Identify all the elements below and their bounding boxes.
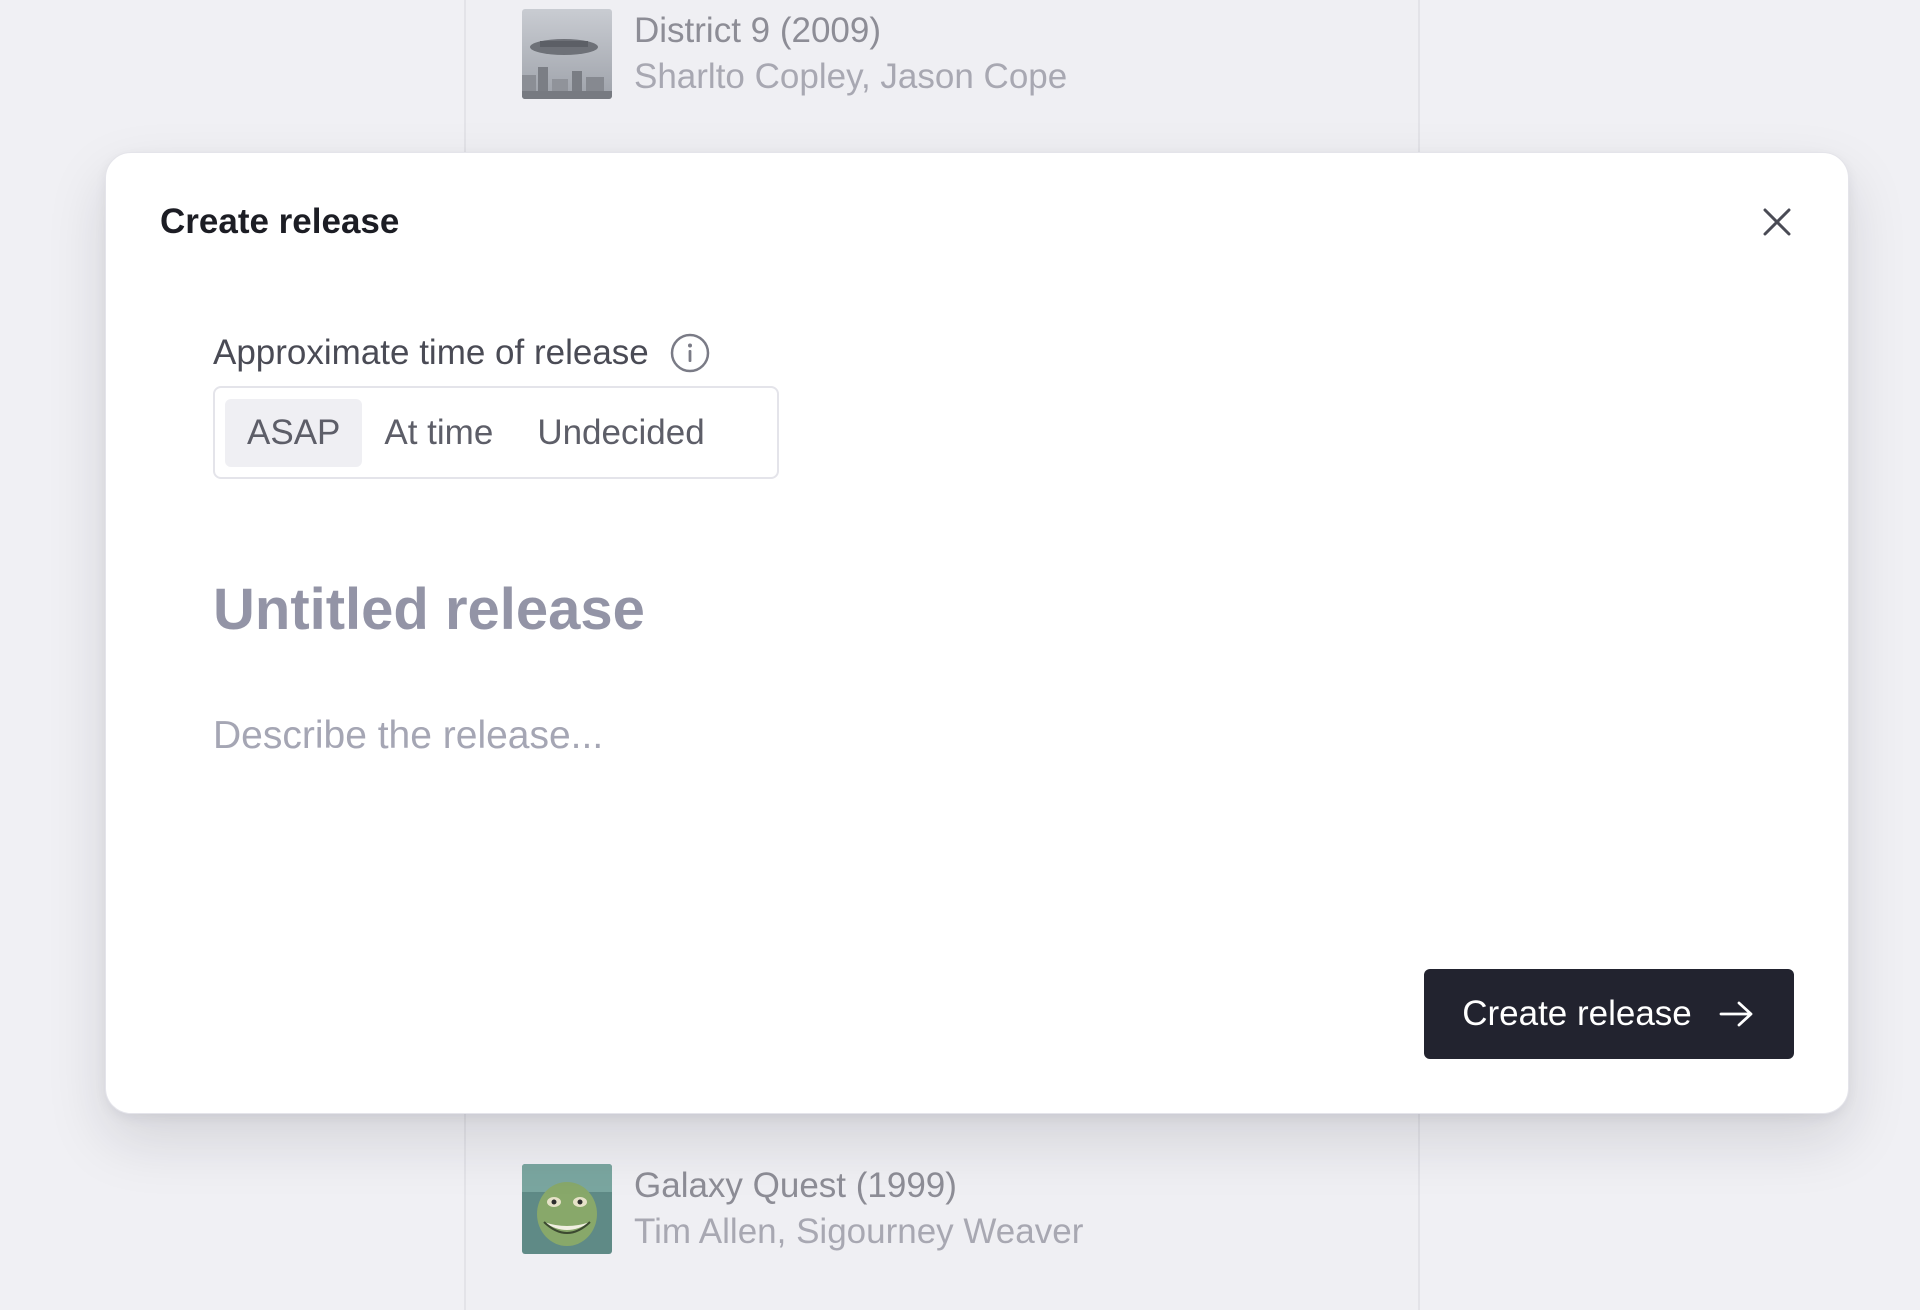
create-release-button-label: Create release xyxy=(1462,994,1692,1033)
release-time-label: Approximate time of release xyxy=(213,329,711,377)
close-button[interactable] xyxy=(1752,197,1802,247)
galaxy-quest-thumbnail xyxy=(522,1164,612,1254)
create-release-dialog: Create release Approximate time of relea… xyxy=(105,152,1849,1114)
list-item[interactable]: District 9 (2009) Sharlto Copley, Jason … xyxy=(522,8,1067,100)
release-name-input[interactable] xyxy=(213,570,1613,650)
movie-title: Galaxy Quest (1999) xyxy=(634,1166,957,1205)
option-undecided[interactable]: Undecided xyxy=(515,399,726,467)
release-time-selector: ASAP At time Undecided xyxy=(213,386,779,479)
dialog-title: Create release xyxy=(160,202,400,241)
release-time-label-text: Approximate time of release xyxy=(213,333,649,372)
create-release-button[interactable]: Create release xyxy=(1424,969,1794,1059)
list-item[interactable]: Galaxy Quest (1999) Tim Allen, Sigourney… xyxy=(522,1163,1083,1255)
arrow-right-icon xyxy=(1718,999,1756,1029)
release-description-input[interactable] xyxy=(213,707,1613,907)
movie-cast: Sharlto Copley, Jason Cope xyxy=(634,57,1068,96)
district-9-thumbnail xyxy=(522,9,612,99)
option-at-time[interactable]: At time xyxy=(362,399,515,467)
info-icon[interactable] xyxy=(669,332,711,374)
movie-title: District 9 (2009) xyxy=(634,11,882,50)
option-asap[interactable]: ASAP xyxy=(225,398,363,467)
close-icon xyxy=(1763,208,1791,236)
movie-cast: Tim Allen, Sigourney Weaver xyxy=(634,1212,1084,1251)
